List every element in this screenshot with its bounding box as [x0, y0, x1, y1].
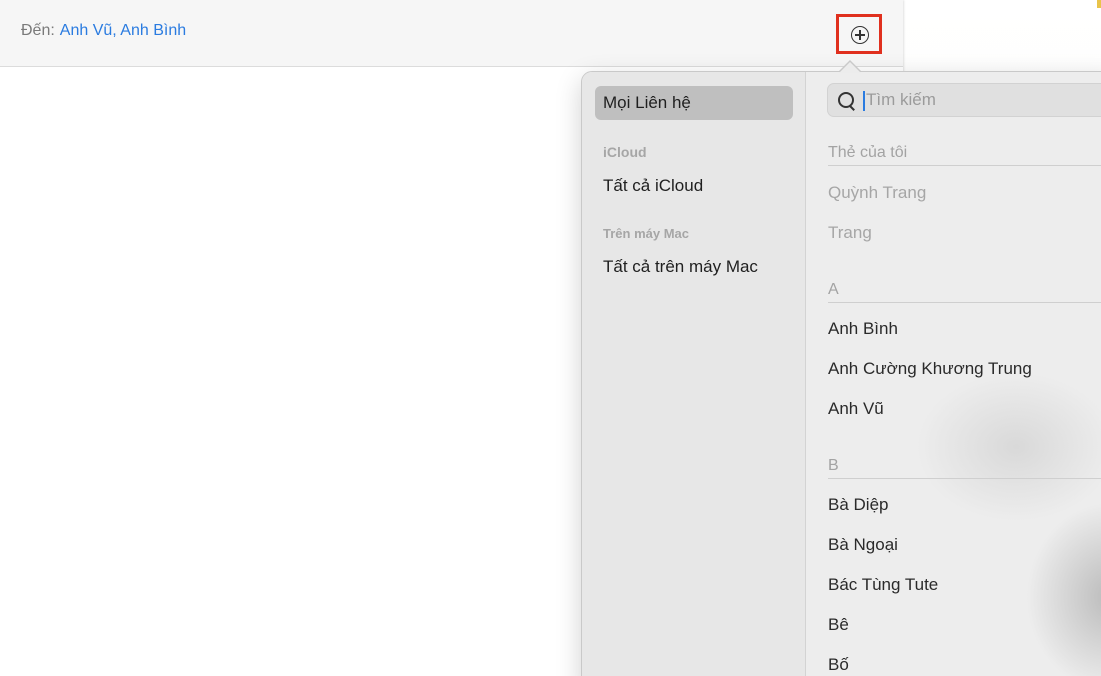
- recipients-header: Đến: Anh Vũ, Anh Bình: [0, 0, 903, 67]
- contact-row[interactable]: Bác Tùng Tute: [828, 575, 938, 595]
- search-input[interactable]: [866, 84, 1101, 116]
- add-contact-button[interactable]: [836, 14, 882, 54]
- background-blur: [1026, 502, 1101, 676]
- search-field[interactable]: [827, 83, 1101, 117]
- sidebar-group-header-on-my-mac: Trên máy Mac: [603, 226, 689, 241]
- sidebar-item-all-contacts[interactable]: Mọi Liên hệ: [595, 86, 793, 120]
- sidebar-item-all-icloud[interactable]: Tất cả iCloud: [595, 169, 793, 203]
- to-field[interactable]: Đến: Anh Vũ, Anh Bình: [21, 20, 186, 42]
- contact-row[interactable]: Bà Ngoại: [828, 535, 898, 555]
- desktop-wallpaper-fragment: [1097, 0, 1101, 8]
- search-icon: [838, 92, 854, 108]
- to-label: Đến:: [21, 22, 55, 39]
- contact-row[interactable]: Anh Vũ: [828, 399, 884, 419]
- my-card-item[interactable]: Trang: [828, 223, 872, 243]
- sidebar-group-header-icloud: iCloud: [603, 144, 647, 160]
- contact-row[interactable]: Bà Diệp: [828, 495, 888, 515]
- contact-row[interactable]: Anh Bình: [828, 319, 898, 339]
- background-blur: [916, 372, 1101, 522]
- popover-arrow: [838, 60, 862, 73]
- contact-row[interactable]: Bố: [828, 655, 849, 675]
- contact-row[interactable]: Anh Cường Khương Trung: [828, 359, 1032, 379]
- to-recipients[interactable]: Anh Vũ, Anh Bình: [60, 22, 186, 39]
- my-card-item[interactable]: Quỳnh Trang: [828, 183, 926, 203]
- section-letter-a: A: [828, 281, 1101, 303]
- contacts-popover: Mọi Liên hệ iCloud Tất cả iCloud Trên má…: [581, 71, 1101, 676]
- my-card-section-title: Thẻ của tôi: [828, 144, 1101, 166]
- contact-row[interactable]: Bê: [828, 615, 849, 635]
- contacts-list[interactable]: Thẻ của tôi Quỳnh Trang Trang A Anh Bình…: [806, 72, 1101, 676]
- section-letter-b: B: [828, 457, 1101, 479]
- contacts-sidebar: Mọi Liên hệ iCloud Tất cả iCloud Trên má…: [582, 72, 806, 676]
- text-cursor: [863, 91, 865, 111]
- screen: Đến: Anh Vũ, Anh Bình Mọi Liên hệ iCloud …: [0, 0, 1101, 676]
- plus-circle-icon: [851, 26, 869, 44]
- sidebar-item-all-on-my-mac[interactable]: Tất cả trên máy Mac: [595, 250, 793, 284]
